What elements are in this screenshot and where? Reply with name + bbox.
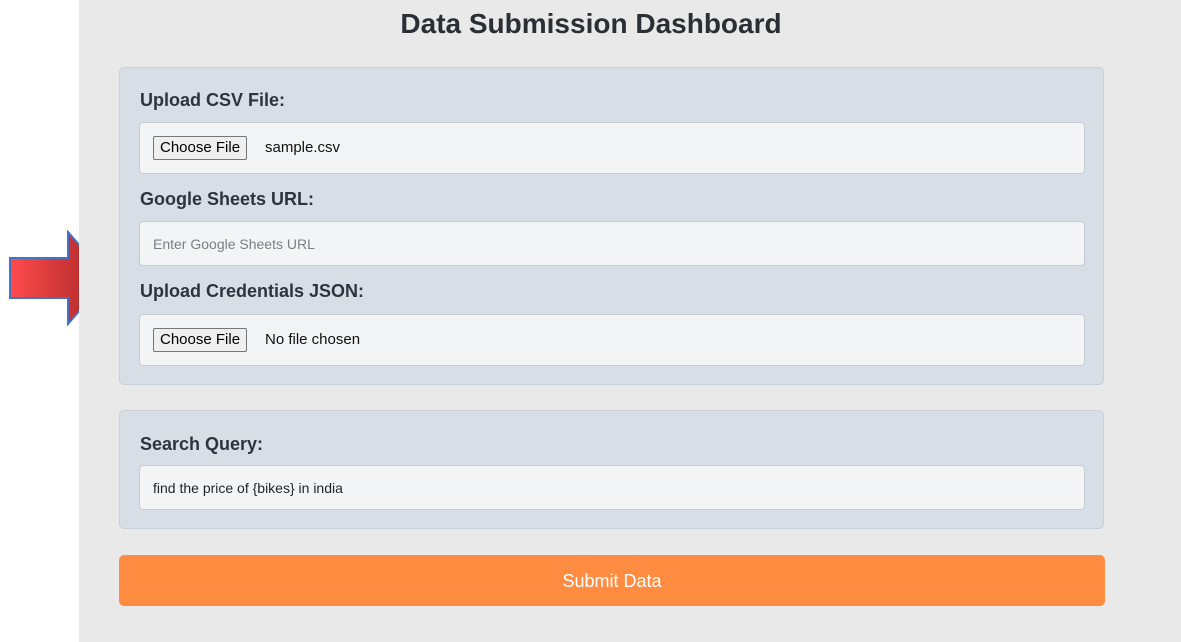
credentials-file-input[interactable]: Choose File No file chosen	[139, 314, 1085, 366]
credentials-upload-label: Upload Credentials JSON:	[140, 281, 365, 301]
csv-file-name: sample.csv	[265, 139, 341, 156]
search-query-label: Search Query:	[140, 434, 264, 454]
credentials-choose-file-button[interactable]: Choose File	[153, 328, 248, 352]
search-query-value: find the price of {bikes} in india	[153, 480, 343, 496]
csv-file-input[interactable]: Choose File sample.csv	[139, 122, 1085, 174]
search-query-panel: Search Query: find the price of {bikes} …	[119, 410, 1104, 529]
sheets-url-placeholder: Enter Google Sheets URL	[153, 236, 315, 252]
credentials-file-name: No file chosen	[265, 331, 361, 348]
data-source-panel: Upload CSV File: Choose File sample.csv …	[119, 67, 1104, 385]
page-title: Data Submission Dashboard	[400, 8, 782, 39]
csv-choose-file-button[interactable]: Choose File	[153, 136, 248, 160]
sheets-url-input[interactable]: Enter Google Sheets URL	[139, 221, 1085, 266]
submit-button[interactable]: Submit Data	[119, 555, 1105, 606]
csv-upload-label: Upload CSV File:	[140, 90, 286, 110]
dashboard-page: Data Submission Dashboard Upload CSV Fil…	[79, 0, 1181, 642]
sheets-url-label: Google Sheets URL:	[140, 189, 315, 209]
search-query-input[interactable]: find the price of {bikes} in india	[139, 465, 1085, 510]
